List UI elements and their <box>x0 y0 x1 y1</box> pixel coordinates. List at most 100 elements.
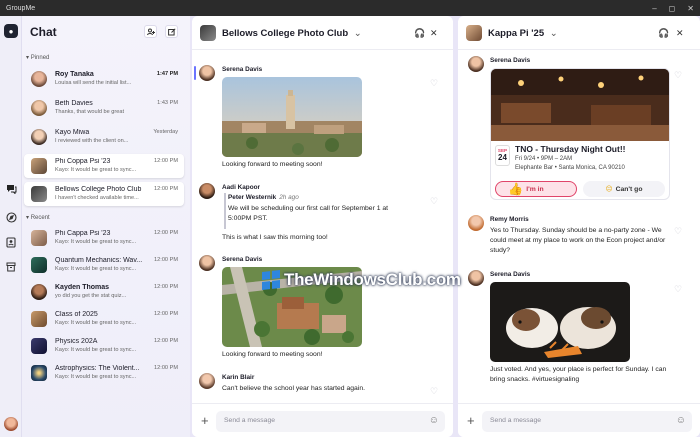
event-location: Elephante Bar • Santa Monica, CA 90210 <box>515 165 625 171</box>
attach-plus-icon[interactable]: + <box>201 413 209 428</box>
avatar <box>31 311 47 327</box>
rsvp-cant-go-button[interactable]: ☹ Can't go <box>583 181 665 197</box>
message-text: Yes to Thursday. Sunday should be a no-p… <box>490 227 666 254</box>
chat-item-kayden-thomas[interactable]: Kayden Thomas yo did you get the stat qu… <box>24 280 184 304</box>
message-input[interactable]: Send a message ☺ <box>216 411 445 432</box>
sender-name: Remy Morris <box>490 216 529 223</box>
maximize-icon[interactable]: ◻ <box>669 4 676 13</box>
event-time: Fri 9/24 • 9PM – 2AM <box>515 156 573 162</box>
emoji-icon[interactable]: ☺ <box>429 415 439 426</box>
sender-name: Serena Davis <box>222 66 263 73</box>
message-text: Can't believe the school year has starte… <box>222 385 365 392</box>
avatar <box>31 338 47 354</box>
avatar <box>31 284 47 300</box>
title-bar: GroupMe – ◻ ✕ <box>0 0 700 16</box>
quote-bar <box>224 193 226 229</box>
new-group-button[interactable] <box>144 25 157 38</box>
contacts-nav-icon[interactable] <box>4 235 18 249</box>
like-heart-icon[interactable]: ♡ <box>674 226 682 237</box>
message-text: Looking forward to meeting soon! <box>222 161 323 168</box>
chat-item-physics-202a[interactable]: Physics 202A Kayo: It would be great to … <box>24 334 184 358</box>
conversation-panel-kappa-pi: Kappa Pi '25 ⌄ 🎧 ✕ Serena Davis ♡ SEP 24… <box>458 16 700 437</box>
chat-item-class-of-2025[interactable]: Class of 2025 Kayo: It would be great to… <box>24 307 184 331</box>
close-icon[interactable]: ✕ <box>430 28 438 39</box>
like-heart-icon[interactable]: ♡ <box>430 386 438 397</box>
group-avatar <box>200 25 216 41</box>
nav-rail: ● <box>0 16 22 437</box>
thumbs-up-icon: 👍 <box>508 182 524 196</box>
message-input[interactable]: Send a message ☺ <box>482 411 692 432</box>
guinea-pigs-photo[interactable] <box>490 282 630 362</box>
close-icon[interactable]: ✕ <box>676 28 684 39</box>
quote-author: Peter Westernik 2h ago <box>228 194 299 201</box>
conversation-title[interactable]: Bellows College Photo Club ⌄ <box>222 28 362 39</box>
avatar <box>31 129 47 145</box>
avatar <box>199 183 215 199</box>
event-date-badge: SEP 24 <box>495 145 510 166</box>
minimize-icon[interactable]: – <box>652 4 656 13</box>
chat-item-phi-cappa-psi[interactable]: Phi Cappa Psi '23 Kayo: It would be grea… <box>24 226 184 250</box>
chat-item-quantum-mechanics[interactable]: Quantum Mechanics: Wav... Kayo: It would… <box>24 253 184 277</box>
chat-list-sidebar: Chat ▾ Pinned Roy Tanaka Louisa will sen… <box>22 16 190 437</box>
avatar <box>199 255 215 271</box>
add-people-icon <box>146 28 155 35</box>
sender-name: Karin Blair <box>222 374 255 381</box>
chat-item-bellows-college-photo-club[interactable]: Bellows College Photo Club I haven't che… <box>24 182 184 206</box>
chat-item-kayo-miwa[interactable]: Kayo Miwa I reviewed with the client on.… <box>24 125 184 149</box>
compose-button[interactable] <box>165 25 178 38</box>
window-title: GroupMe <box>6 4 36 12</box>
headset-icon[interactable]: 🎧 <box>414 28 425 39</box>
like-heart-icon[interactable]: ♡ <box>430 196 438 207</box>
chevron-down-icon: ⌄ <box>353 28 362 39</box>
chat-item-roy-tanaka[interactable]: Roy Tanaka Louisa will send the initial … <box>24 67 184 91</box>
groupme-logo-icon[interactable]: ● <box>4 24 18 38</box>
rsvp-im-in-button[interactable]: 👍 I'm in <box>495 181 577 197</box>
archive-nav-icon[interactable] <box>4 260 18 274</box>
watermark: TheWindowsClub.com <box>262 265 484 295</box>
conversation-header: Bellows College Photo Club ⌄ 🎧 ✕ <box>192 16 453 50</box>
chat-item-phi-coppa-psi[interactable]: Phi Coppa Psi '23 Kayo: It would be grea… <box>24 154 184 178</box>
avatar <box>199 373 215 389</box>
discover-nav-icon[interactable] <box>4 210 18 224</box>
emoji-icon[interactable]: ☺ <box>676 415 686 426</box>
pinned-section-label[interactable]: ▾ Pinned <box>26 54 49 61</box>
user-avatar[interactable] <box>4 417 18 431</box>
conversation-header: Kappa Pi '25 ⌄ 🎧 ✕ <box>458 16 700 50</box>
message-text: Looking forward to meeting soon! <box>222 351 323 358</box>
compose-icon <box>167 27 176 35</box>
conversation-panel-photo-club: Bellows College Photo Club ⌄ 🎧 ✕ Serena … <box>192 16 453 437</box>
headset-icon[interactable]: 🎧 <box>658 28 669 39</box>
unread-indicator <box>194 66 196 80</box>
chat-nav-icon[interactable] <box>4 182 18 196</box>
message-text: This is what I saw this morning too! <box>222 234 328 241</box>
conversation-title[interactable]: Kappa Pi '25 ⌄ <box>488 28 558 39</box>
group-avatar <box>466 25 482 41</box>
quoted-message-text: We will be scheduling our first call for… <box>228 205 389 222</box>
sender-name: Aadi Kapoor <box>222 184 260 191</box>
avatar <box>31 365 47 381</box>
like-heart-icon[interactable]: ♡ <box>674 70 682 81</box>
chat-item-beth-davies[interactable]: Beth Davies Thanks, that would be great … <box>24 96 184 120</box>
avatar <box>31 158 47 174</box>
chevron-down-icon: ⌄ <box>549 28 558 39</box>
avatar <box>31 230 47 246</box>
sidebar-title: Chat <box>30 25 57 39</box>
chat-item-astrophysics[interactable]: Astrophysics: The Violent... Kayo: It wo… <box>24 361 184 385</box>
avatar <box>468 215 484 231</box>
like-heart-icon[interactable]: ♡ <box>430 78 438 89</box>
windows-logo-icon <box>262 270 280 290</box>
event-card[interactable]: SEP 24 TNO - Thursday Night Out!! Fri 9/… <box>490 68 670 200</box>
sad-face-icon: ☹ <box>605 186 613 193</box>
sender-name: Serena Davis <box>222 256 263 263</box>
sender-name: Serena Davis <box>490 57 531 64</box>
recent-section-label[interactable]: ▾ Recent <box>26 214 50 221</box>
campus-tower-photo[interactable] <box>222 77 362 157</box>
attach-plus-icon[interactable]: + <box>467 413 475 428</box>
avatar <box>31 257 47 273</box>
close-window-icon[interactable]: ✕ <box>687 4 694 13</box>
avatar <box>31 100 47 116</box>
avatar <box>468 56 484 72</box>
event-title: TNO - Thursday Night Out!! <box>515 144 626 154</box>
message-composer: + Send a message ☺ <box>458 403 700 437</box>
like-heart-icon[interactable]: ♡ <box>674 284 682 295</box>
